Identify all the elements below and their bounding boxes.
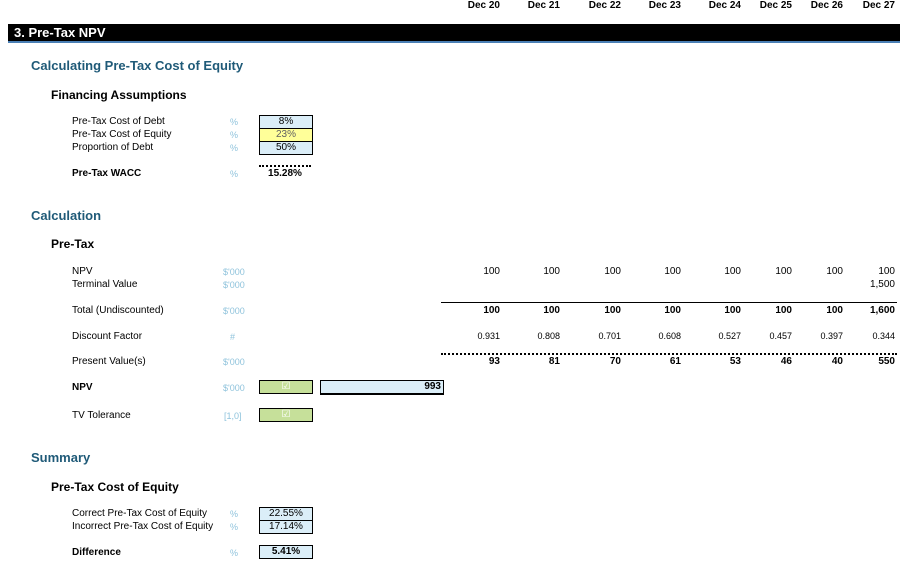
total-cell-5: 100	[724, 305, 741, 316]
npv-total-label: NPV	[72, 382, 93, 393]
npv-check-box: ☑	[259, 380, 313, 394]
pv-dotted-border	[441, 353, 897, 355]
npv-total-value: 993	[320, 380, 444, 395]
timeline-header-1: Dec 20	[467, 0, 500, 11]
df-cell-6: 0.457	[769, 331, 792, 341]
incorrect-coe-value: 17.14%	[259, 520, 313, 534]
timeline-header-4: Dec 23	[648, 0, 681, 11]
cost-of-debt-input[interactable]: 8%	[259, 115, 313, 129]
pv-row-unit: $'000	[223, 357, 245, 367]
proportion-debt-unit: %	[230, 143, 239, 153]
df-cell-2: 0.808	[537, 331, 560, 341]
section-title: 3. Pre-Tax NPV	[14, 25, 106, 40]
npv-cell-4: 100	[664, 266, 681, 277]
proportion-debt-label: Proportion of Debt	[72, 142, 154, 153]
total-cell-8: 1,600	[869, 305, 895, 316]
correct-coe-unit: %	[230, 509, 239, 519]
df-cell-1: 0.931	[477, 331, 500, 341]
banner-underline	[8, 41, 900, 43]
correct-coe-value: 22.55%	[259, 507, 313, 521]
cost-of-equity-label: Pre-Tax Cost of Equity	[72, 129, 172, 140]
total-cell-1: 100	[483, 305, 500, 316]
df-cell-3: 0.701	[598, 331, 621, 341]
tv-row-unit: $'000	[223, 280, 245, 290]
checkbox-icon: ☑	[281, 409, 291, 420]
total-cell-7: 100	[826, 305, 843, 316]
pv-cell-8: 550	[878, 356, 895, 367]
timeline-header-2: Dec 21	[527, 0, 560, 11]
timeline-header-7: Dec 26	[810, 0, 843, 11]
section-banner	[8, 24, 900, 41]
pv-cell-3: 70	[609, 356, 621, 367]
difference-value: 5.41%	[259, 545, 313, 559]
total-cell-2: 100	[543, 305, 560, 316]
df-cell-5: 0.527	[718, 331, 741, 341]
df-cell-4: 0.608	[658, 331, 681, 341]
npv-cell-8: 100	[878, 266, 895, 277]
npv-cell-5: 100	[724, 266, 741, 277]
calculation-heading: Calculation	[31, 208, 102, 223]
tv-row-label: Terminal Value	[72, 279, 138, 290]
wacc-value: 15.28%	[268, 168, 302, 179]
pv-row-label: Present Value(s)	[72, 356, 146, 367]
total-row-label: Total (Undiscounted)	[72, 305, 164, 316]
wacc-label: Pre-Tax WACC	[72, 168, 142, 179]
npv-cell-2: 100	[543, 266, 560, 277]
df-cell-7: 0.397	[820, 331, 843, 341]
total-cell-6: 100	[775, 305, 792, 316]
cost-of-equity-input[interactable]: 23%	[259, 128, 313, 142]
df-row-unit: #	[230, 332, 236, 342]
df-row-label: Discount Factor	[72, 331, 143, 342]
total-cell-3: 100	[604, 305, 621, 316]
df-cell-8: 0.344	[872, 331, 895, 341]
cost-of-debt-label: Pre-Tax Cost of Debt	[72, 116, 165, 127]
difference-unit: %	[230, 548, 239, 558]
pv-cell-6: 46	[780, 356, 792, 367]
pv-cell-2: 81	[548, 356, 560, 367]
pv-cell-4: 61	[669, 356, 681, 367]
summary-heading: Summary	[31, 450, 91, 465]
total-cell-4: 100	[664, 305, 681, 316]
timeline-header-3: Dec 22	[588, 0, 621, 11]
tv-cell-8: 1,500	[869, 279, 895, 290]
timeline-header-8: Dec 27	[862, 0, 895, 11]
npv-row-label: NPV	[72, 266, 93, 277]
npv-total-unit: $'000	[223, 383, 245, 393]
checkbox-icon: ☑	[281, 381, 291, 392]
pv-cell-7: 40	[831, 356, 843, 367]
cost-of-equity-unit: %	[230, 130, 239, 140]
financing-heading: Financing Assumptions	[51, 88, 187, 102]
pv-cell-5: 53	[729, 356, 741, 367]
npv-row-unit: $'000	[223, 267, 245, 277]
npv-cell-7: 100	[826, 266, 843, 277]
npv-cell-6: 100	[775, 266, 792, 277]
difference-label: Difference	[72, 547, 121, 558]
cost-of-debt-unit: %	[230, 117, 239, 127]
incorrect-coe-unit: %	[230, 522, 239, 532]
pre-tax-heading: Pre-Tax	[51, 237, 95, 251]
calc-pre-tax-heading: Calculating Pre-Tax Cost of Equity	[31, 58, 244, 73]
total-row-unit: $'000	[223, 306, 245, 316]
npv-cell-1: 100	[483, 266, 500, 277]
tv-tolerance-label: TV Tolerance	[72, 410, 131, 421]
incorrect-coe-label: Incorrect Pre-Tax Cost of Equity	[72, 521, 214, 532]
tv-tolerance-unit: [1,0]	[224, 411, 242, 421]
wacc-unit: %	[230, 169, 239, 179]
tv-tolerance-check-box: ☑	[259, 408, 313, 422]
wacc-dotted-line	[259, 165, 311, 167]
correct-coe-label: Correct Pre-Tax Cost of Equity	[72, 508, 208, 519]
total-top-border	[441, 302, 897, 303]
npv-cell-3: 100	[604, 266, 621, 277]
proportion-debt-input[interactable]: 50%	[259, 141, 313, 155]
summary-subheading: Pre-Tax Cost of Equity	[51, 480, 179, 494]
pv-cell-1: 93	[488, 356, 500, 367]
